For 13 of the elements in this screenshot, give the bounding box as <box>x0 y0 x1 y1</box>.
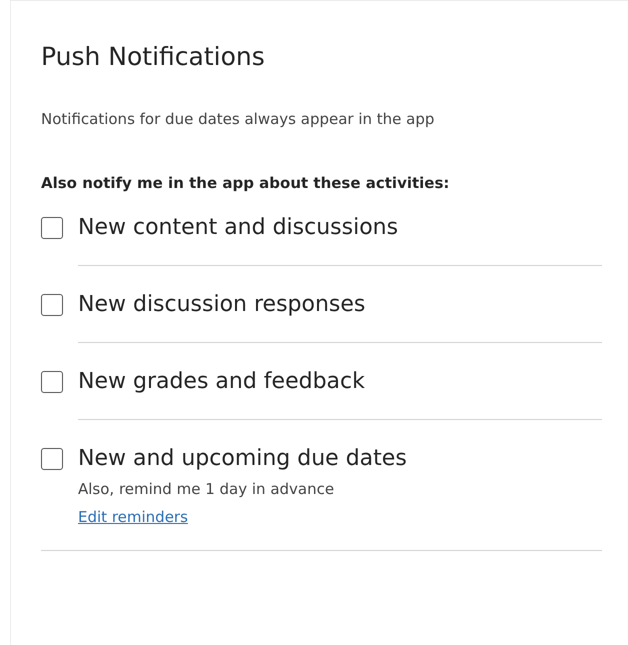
option-label[interactable]: New grades and feedback <box>78 367 602 397</box>
checkbox[interactable] <box>41 448 63 470</box>
edit-reminders-link[interactable]: Edit reminders <box>78 506 188 528</box>
section-title: Push Notifications <box>41 41 266 73</box>
reminder-note: Also, remind me 1 day in advance <box>78 479 336 500</box>
description-text: Notifications for due dates always appear in the app <box>41 109 436 129</box>
prompt-text: Also notify me in the app about these activities: <box>41 173 450 193</box>
checkbox[interactable] <box>41 294 63 316</box>
option-label[interactable]: New and upcoming due dates <box>78 444 602 474</box>
checkbox[interactable] <box>41 217 63 239</box>
option-label[interactable]: New discussion responses <box>78 290 602 320</box>
checkbox[interactable] <box>41 371 63 393</box>
option-label[interactable]: New content and discussions <box>78 213 602 243</box>
